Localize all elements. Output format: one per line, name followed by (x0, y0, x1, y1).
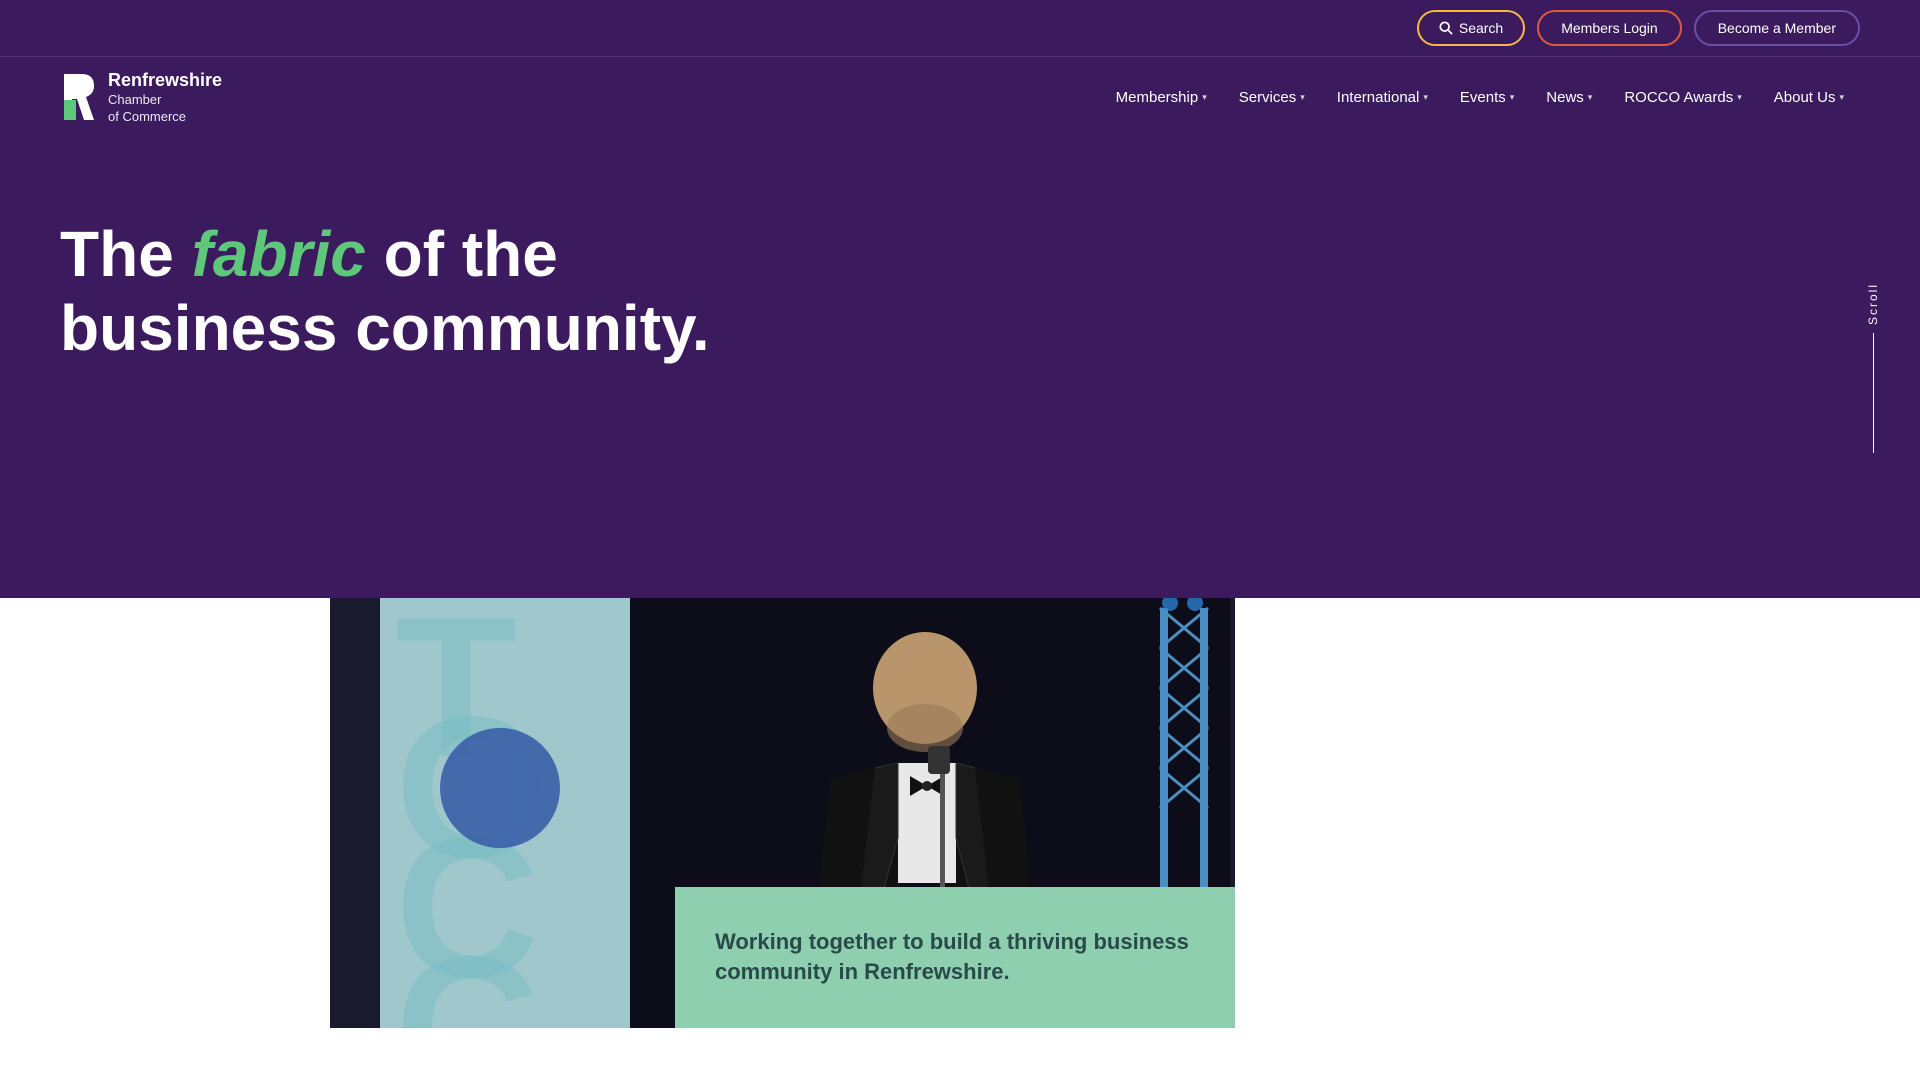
nav-link-about[interactable]: About Us ▾ (1758, 81, 1860, 114)
hero-content: The fabric of the business community. (60, 198, 710, 365)
nav-link-news[interactable]: News ▾ (1530, 81, 1608, 114)
bottom-section (0, 1028, 1920, 1088)
hero-title-line2: business community. (60, 292, 710, 364)
nav-item-about[interactable]: About Us ▾ (1758, 81, 1860, 114)
scroll-line (1873, 333, 1874, 453)
caption-box: Working together to build a thriving bus… (675, 887, 1235, 1029)
event-section: T O C C (0, 598, 1920, 1028)
site-header: Search Members Login Become a Member Ren… (0, 0, 1920, 138)
chevron-down-icon: ▾ (1300, 92, 1305, 103)
nav-item-events[interactable]: Events ▾ (1444, 81, 1530, 114)
brand-name: Renfrewshire (108, 69, 222, 92)
hero-title-part1: The (60, 218, 192, 290)
chevron-down-icon: ▾ (1839, 92, 1844, 103)
nav-item-services[interactable]: Services ▾ (1223, 81, 1321, 114)
scroll-label: Scroll (1866, 283, 1880, 325)
nav-item-news[interactable]: News ▾ (1530, 81, 1608, 114)
members-login-label: Members Login (1561, 20, 1658, 36)
chevron-down-icon: ▾ (1737, 92, 1742, 103)
members-login-button[interactable]: Members Login (1537, 10, 1682, 46)
event-image-container: T O C C (330, 598, 1240, 1028)
brand-sub2: of Commerce (108, 109, 222, 126)
search-icon (1439, 21, 1453, 35)
chevron-down-icon: ▾ (1510, 92, 1515, 103)
chevron-down-icon: ▾ (1202, 92, 1207, 103)
hero-title-highlight: fabric (192, 218, 366, 290)
logo-text: Renfrewshire Chamber of Commerce (108, 69, 222, 126)
top-bar: Search Members Login Become a Member (0, 0, 1920, 57)
nav-link-membership[interactable]: Membership ▾ (1100, 81, 1223, 114)
become-member-button[interactable]: Become a Member (1694, 10, 1860, 46)
hero-title-part2: of the (366, 218, 558, 290)
nav-item-membership[interactable]: Membership ▾ (1100, 81, 1223, 114)
search-label: Search (1459, 20, 1503, 36)
logo-icon (60, 70, 98, 125)
nav-links: Membership ▾ Services ▾ International ▾ (1100, 81, 1860, 114)
rocco-circle (440, 728, 560, 848)
become-member-label: Become a Member (1718, 20, 1836, 36)
nav-link-services[interactable]: Services ▾ (1223, 81, 1321, 114)
nav-link-rocco[interactable]: ROCCO Awards ▾ (1608, 81, 1757, 114)
scroll-indicator: Scroll (1866, 283, 1880, 453)
brand-sub1: Chamber (108, 92, 222, 109)
chevron-down-icon: ▾ (1423, 92, 1428, 103)
caption-text: Working together to build a thriving bus… (715, 927, 1195, 989)
event-photo: T O C C (330, 598, 1235, 1028)
hero-title: The fabric of the business community. (60, 218, 710, 365)
logo[interactable]: Renfrewshire Chamber of Commerce (60, 69, 222, 126)
nav-item-rocco[interactable]: ROCCO Awards ▾ (1608, 81, 1757, 114)
chevron-down-icon: ▾ (1588, 92, 1593, 103)
main-nav: Renfrewshire Chamber of Commerce Members… (0, 57, 1920, 138)
hero-section: The fabric of the business community. Sc… (0, 138, 1920, 598)
nav-link-events[interactable]: Events ▾ (1444, 81, 1530, 114)
nav-item-international[interactable]: International ▾ (1321, 81, 1444, 114)
search-button[interactable]: Search (1417, 10, 1525, 46)
nav-link-international[interactable]: International ▾ (1321, 81, 1444, 114)
